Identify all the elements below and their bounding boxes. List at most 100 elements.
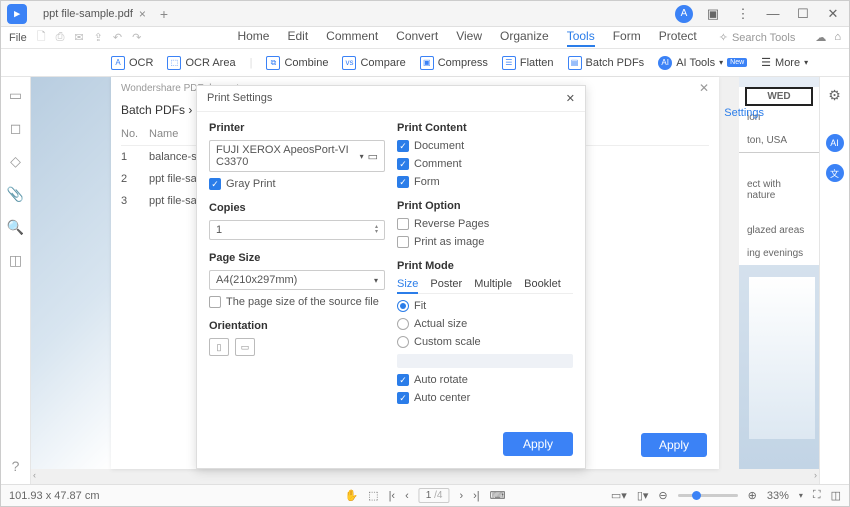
pagesize-select[interactable]: A4(210x297mm)▾	[209, 270, 385, 290]
zoom-in-icon[interactable]: ⊕	[748, 489, 757, 502]
menu-form[interactable]: Form	[613, 29, 641, 47]
settings-link[interactable]: Settings	[724, 107, 764, 119]
printer-properties-icon[interactable]: ▭	[368, 150, 378, 163]
layers-icon[interactable]: ◫	[9, 252, 22, 269]
tool-combine[interactable]: ⧉Combine	[266, 56, 328, 70]
sliders-icon[interactable]: ⚙	[828, 87, 841, 104]
menu-tools[interactable]: Tools	[567, 29, 595, 47]
actual-size-radio[interactable]: Actual size	[397, 318, 573, 330]
tool-ocr[interactable]: AOCR	[111, 56, 153, 70]
tool-ai[interactable]: AIAI Tools▾New	[658, 56, 747, 70]
maximize-button[interactable]: ☐	[793, 4, 813, 24]
redo-icon[interactable]: ↷	[132, 31, 141, 44]
fit-width-icon[interactable]: ▭▾	[611, 489, 627, 502]
cursor-position: 101.93 x 47.87 cm	[9, 490, 100, 502]
next-page-icon[interactable]: ›	[459, 490, 463, 502]
share-icon[interactable]: ⇪	[94, 31, 103, 44]
prev-page-icon[interactable]: ‹	[405, 490, 409, 502]
search-panel-icon[interactable]: 🔍	[7, 219, 24, 236]
menu-home[interactable]: Home	[237, 29, 269, 47]
tab-poster[interactable]: Poster	[430, 278, 462, 290]
search-tools[interactable]: ✧ Search Tools	[719, 31, 796, 44]
panel-icon[interactable]: ▣	[703, 4, 723, 24]
tool-more[interactable]: ☰More▾	[761, 56, 808, 69]
tool-compare[interactable]: vsCompare	[342, 56, 405, 70]
print-mode-tabs: Size Poster Multiple Booklet	[397, 278, 573, 294]
new-tab-button[interactable]: +	[160, 6, 168, 22]
fit-screen-icon[interactable]: ⛶	[813, 489, 821, 502]
col-no: No.	[121, 128, 149, 140]
printer-select[interactable]: FUJI XEROX ApeosPort-VI C3370 ▾▭	[209, 140, 385, 172]
keyboard-icon[interactable]: ⌨	[490, 489, 506, 502]
help-icon[interactable]: ?	[12, 458, 20, 474]
kebab-icon[interactable]: ⋮	[733, 4, 753, 24]
home-icon[interactable]: ⌂	[834, 31, 841, 44]
zoom-slider[interactable]	[678, 494, 738, 497]
first-page-icon[interactable]: |‹	[389, 490, 396, 502]
single-page-icon[interactable]: ▯▾	[637, 489, 649, 502]
dialog-apply-button[interactable]: Apply	[503, 432, 573, 456]
minimize-button[interactable]: —	[763, 4, 783, 24]
tool-batch[interactable]: ▤Batch PDFs	[568, 56, 645, 70]
bookmark-icon[interactable]: ◻	[10, 120, 22, 137]
batch-icon: ▤	[568, 56, 582, 70]
auto-center-checkbox[interactable]: ✓Auto center	[397, 392, 573, 404]
undo-icon[interactable]: ↶	[113, 31, 122, 44]
orientation-portrait[interactable]: ▯	[209, 338, 229, 356]
last-page-icon[interactable]: ›|	[473, 490, 480, 502]
save-icon[interactable]: 🗋	[37, 28, 46, 47]
crumb-batch[interactable]: Batch PDFs	[121, 103, 185, 117]
fit-radio[interactable]: Fit	[397, 300, 573, 312]
dialog-close-icon[interactable]: ✕	[566, 92, 575, 105]
page-input[interactable]: 1 /4	[419, 488, 450, 503]
orientation-landscape[interactable]: ▭	[235, 338, 255, 356]
panel-apply-button[interactable]: Apply	[641, 433, 707, 457]
hand-tool-icon[interactable]: ✋	[344, 489, 358, 502]
copies-input[interactable]: 1▴▾	[209, 220, 385, 240]
menu-comment[interactable]: Comment	[326, 29, 378, 47]
combine-icon: ⧉	[266, 56, 280, 70]
content-comment-checkbox[interactable]: ✓Comment	[397, 158, 573, 170]
zoom-out-icon[interactable]: ⊖	[658, 489, 667, 502]
thumbnail-icon[interactable]: ▭	[9, 87, 22, 104]
app-icon: ▸	[7, 4, 27, 24]
tab-size[interactable]: Size	[397, 278, 418, 294]
cloud-icon[interactable]: ☁	[815, 31, 826, 44]
close-window-button[interactable]: ✕	[823, 4, 843, 24]
auto-rotate-checkbox[interactable]: ✓Auto rotate	[397, 374, 573, 386]
content-form-checkbox[interactable]: ✓Form	[397, 176, 573, 188]
tab-booklet[interactable]: Booklet	[524, 278, 561, 290]
menu-view[interactable]: View	[456, 29, 482, 47]
mail-icon[interactable]: ✉	[74, 31, 83, 44]
menu-convert[interactable]: Convert	[396, 29, 438, 47]
print-icon[interactable]: ⎙	[56, 31, 65, 44]
zoom-value[interactable]: 33%	[767, 490, 789, 502]
tool-compress[interactable]: ▣Compress	[420, 56, 488, 70]
document-tab[interactable]: ppt file-sample.pdf ×	[33, 3, 156, 25]
horizontal-scroll[interactable]: ‹›	[33, 471, 817, 479]
custom-scale-input[interactable]	[397, 354, 573, 368]
gray-print-checkbox[interactable]: ✓Gray Print	[209, 178, 385, 190]
checkbox-icon	[209, 296, 221, 308]
user-avatar[interactable]: A	[675, 5, 693, 23]
print-as-image-checkbox[interactable]: Print as image	[397, 236, 573, 248]
ai-translate-icon[interactable]: 文	[826, 164, 844, 182]
comment-panel-icon[interactable]: ◇	[10, 153, 21, 170]
tool-flatten[interactable]: ☰Flatten	[502, 56, 554, 70]
menu-edit[interactable]: Edit	[287, 29, 308, 47]
menu-protect[interactable]: Protect	[659, 29, 697, 47]
custom-scale-radio[interactable]: Custom scale	[397, 336, 573, 348]
ai-chat-icon[interactable]: AI	[826, 134, 844, 152]
menu-organize[interactable]: Organize	[500, 29, 549, 47]
reverse-pages-checkbox[interactable]: Reverse Pages	[397, 218, 573, 230]
tool-ocr-area[interactable]: ⬚OCR Area	[167, 56, 235, 70]
panel-close-icon[interactable]: ✕	[699, 81, 709, 95]
content-document-checkbox[interactable]: ✓Document	[397, 140, 573, 152]
close-tab-icon[interactable]: ×	[139, 7, 146, 21]
file-menu[interactable]: File	[9, 32, 27, 44]
select-tool-icon[interactable]: ⬚	[368, 489, 378, 502]
attachment-icon[interactable]: 📎	[7, 186, 24, 203]
read-mode-icon[interactable]: ◫	[831, 489, 841, 502]
source-pagesize-checkbox[interactable]: The page size of the source file	[209, 296, 385, 308]
tab-multiple[interactable]: Multiple	[474, 278, 512, 290]
